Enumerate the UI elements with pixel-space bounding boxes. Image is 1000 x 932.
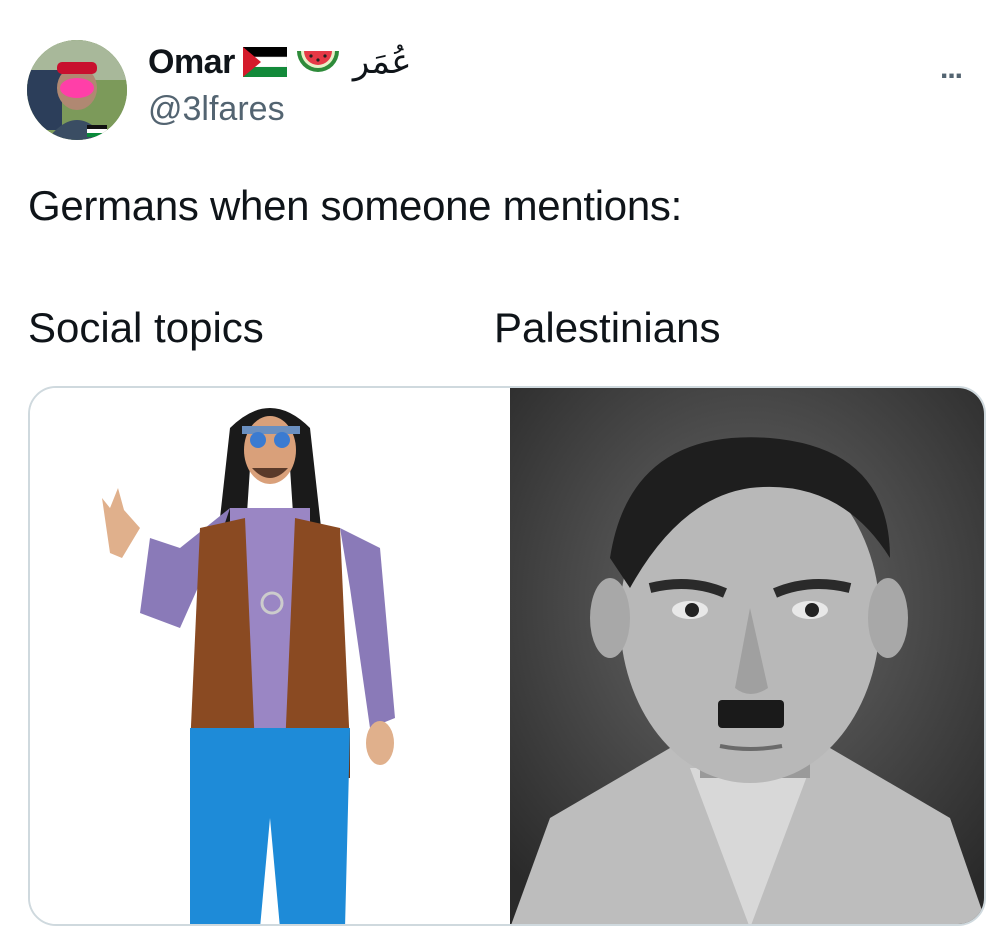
avatar-image bbox=[27, 40, 127, 140]
avatar[interactable] bbox=[27, 40, 127, 140]
hippie-costume-image bbox=[30, 388, 510, 924]
more-options-icon[interactable]: ... bbox=[940, 52, 963, 86]
tweet-media[interactable] bbox=[28, 386, 986, 926]
author-name-row[interactable]: Omar عُمَر bbox=[148, 42, 412, 82]
watermelon-icon bbox=[295, 45, 341, 79]
palestine-flag-icon bbox=[242, 47, 287, 77]
tweet-text: Germans when someone mentions: bbox=[28, 182, 682, 229]
display-name[interactable]: Omar bbox=[148, 43, 235, 82]
arabic-name: عُمَر bbox=[352, 42, 412, 82]
meme-left-caption: Social topics bbox=[28, 304, 264, 351]
author-handle[interactable]: @3lfares bbox=[148, 90, 285, 129]
meme-right-caption: Palestinians bbox=[494, 304, 721, 351]
portrait-photo-image bbox=[510, 388, 984, 924]
